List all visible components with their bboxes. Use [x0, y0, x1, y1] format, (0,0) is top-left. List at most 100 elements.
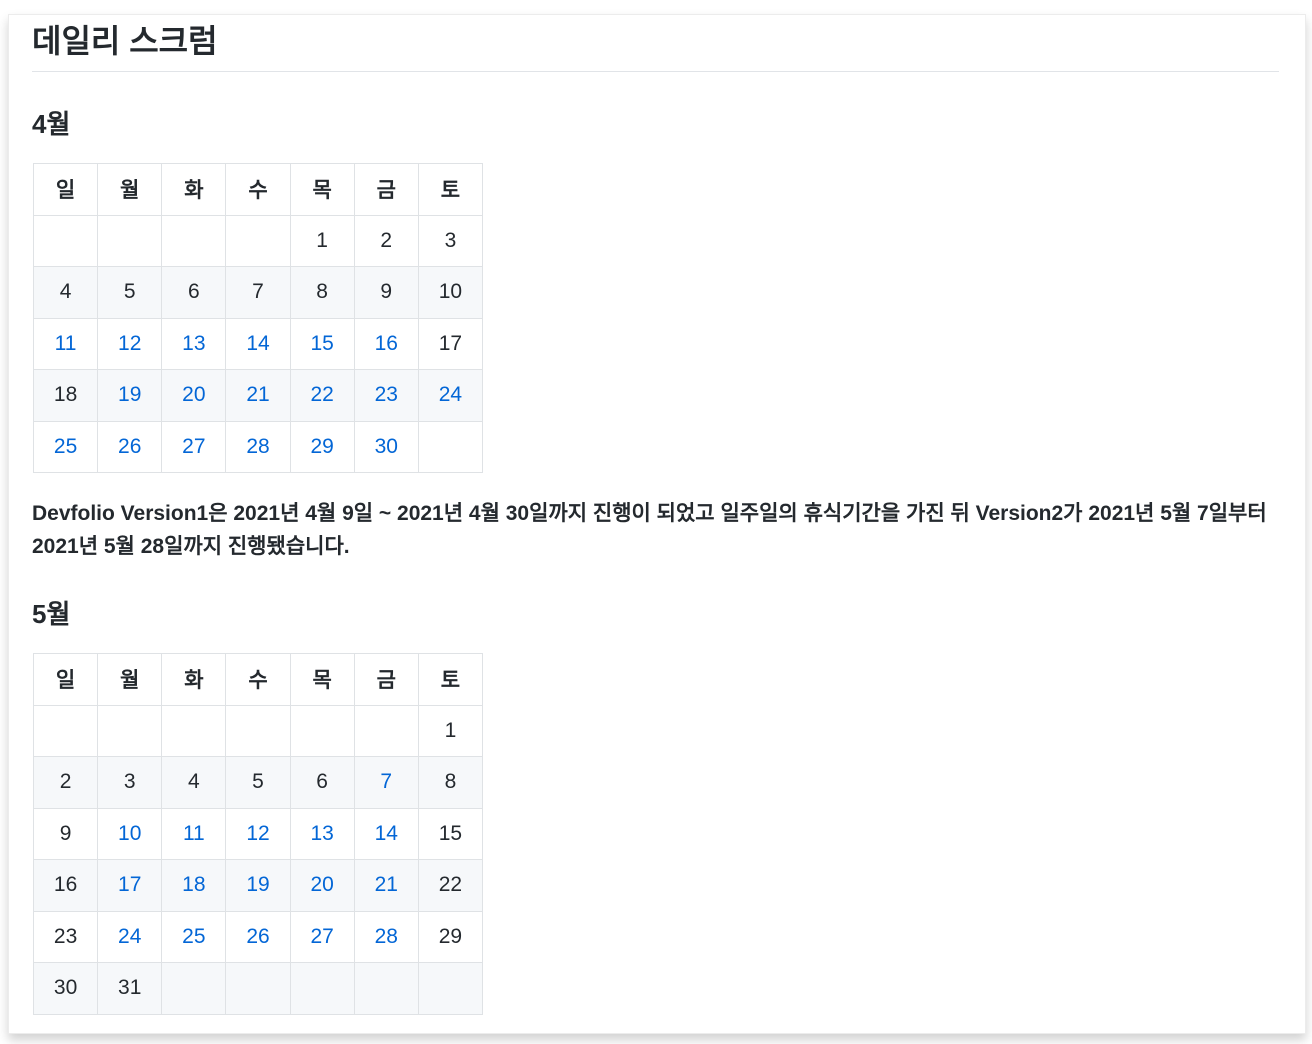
empty-cell	[161, 704, 227, 757]
day-link[interactable]: 11	[183, 822, 205, 845]
day-cell: 21	[353, 859, 419, 912]
content-card: 데일리 스크럼 4월 일 월 화 수 목 금 토 1 2 3 4 5 6 7 8 9 10 11 12 13 14 15 1…	[8, 14, 1306, 1034]
day-cell: 19	[97, 369, 163, 422]
empty-cell	[225, 214, 291, 267]
day-link[interactable]: 25	[182, 925, 205, 948]
weekday-header: 수	[225, 653, 291, 706]
week-row: 25 26 27 28 29 30	[32, 420, 484, 473]
day-cell: 5	[225, 756, 291, 809]
day-cell: 8	[417, 756, 484, 809]
day-cell: 2	[353, 214, 419, 267]
empty-cell	[417, 420, 484, 473]
day-cell: 12	[225, 807, 291, 860]
day-link[interactable]: 28	[375, 925, 398, 948]
day-link[interactable]: 26	[118, 435, 141, 458]
empty-cell	[225, 962, 291, 1015]
day-link[interactable]: 14	[246, 332, 269, 355]
day-link[interactable]: 27	[310, 925, 333, 948]
day-cell: 8	[289, 266, 355, 319]
week-row: 9 10 11 12 13 14 15	[32, 807, 484, 860]
day-link[interactable]: 7	[380, 770, 392, 793]
day-cell: 4	[32, 266, 99, 319]
day-link[interactable]: 14	[375, 822, 398, 845]
day-cell: 17	[417, 317, 484, 370]
empty-cell	[161, 962, 227, 1015]
day-cell: 27	[289, 910, 355, 963]
day-link[interactable]: 21	[246, 383, 269, 406]
day-cell: 28	[353, 910, 419, 963]
day-link[interactable]: 23	[375, 383, 398, 406]
weekday-header: 월	[97, 653, 163, 706]
day-cell: 15	[417, 807, 484, 860]
day-link[interactable]: 16	[375, 332, 398, 355]
weekday-header-row: 일월화수목금토	[32, 653, 484, 706]
day-cell: 13	[161, 317, 227, 370]
day-cell: 20	[161, 369, 227, 422]
day-link[interactable]: 19	[246, 873, 269, 896]
weekday-header: 수	[225, 163, 291, 216]
day-link[interactable]: 26	[246, 925, 269, 948]
week-row: 30 31	[32, 962, 484, 1015]
day-link[interactable]: 15	[310, 332, 333, 355]
day-link[interactable]: 24	[439, 383, 462, 406]
day-link[interactable]: 13	[182, 332, 205, 355]
day-link[interactable]: 12	[118, 332, 141, 355]
day-link[interactable]: 11	[55, 332, 77, 355]
day-cell: 21	[225, 369, 291, 422]
day-link[interactable]: 28	[246, 435, 269, 458]
weekday-header-row: 일월화수목금토	[32, 163, 484, 216]
may-calendar: 일 월 화 수 목 금 토 1 2 3 4 5 6 7 8 9 10 11 12 13 14 15 16 17 18 19 20 21…	[32, 653, 484, 1015]
week-row: 11 12 13 14 15 16 17	[32, 317, 484, 370]
day-link[interactable]: 13	[310, 822, 333, 845]
day-cell: 11	[161, 807, 227, 860]
empty-cell	[289, 704, 355, 757]
day-link[interactable]: 30	[375, 435, 398, 458]
day-cell: 26	[97, 420, 163, 473]
day-cell: 26	[225, 910, 291, 963]
day-link[interactable]: 29	[310, 435, 333, 458]
day-link[interactable]: 12	[246, 822, 269, 845]
day-cell: 30	[32, 962, 99, 1015]
day-cell: 2	[32, 756, 99, 809]
empty-cell	[97, 704, 163, 757]
day-cell: 17	[97, 859, 163, 912]
day-cell: 13	[289, 807, 355, 860]
week-row: 23456 7 8	[32, 756, 484, 809]
weekday-header: 일	[32, 653, 99, 706]
day-cell: 7	[353, 756, 419, 809]
day-cell: 25	[161, 910, 227, 963]
markdown-body: 데일리 스크럼 4월 일 월 화 수 목 금 토 1 2 3 4 5 6 7 8 9 10 11 12 13 14 15 1…	[32, 15, 1279, 1015]
day-cell: 1	[289, 214, 355, 267]
day-link[interactable]: 20	[310, 873, 333, 896]
week-row: 18 19 20 21 22 23 24	[32, 369, 484, 422]
day-link[interactable]: 24	[118, 925, 141, 948]
day-link[interactable]: 17	[118, 873, 141, 896]
day-cell: 6	[161, 266, 227, 319]
day-link[interactable]: 21	[375, 873, 398, 896]
day-cell: 23	[32, 910, 99, 963]
empty-cell	[289, 962, 355, 1015]
empty-cell	[161, 214, 227, 267]
day-cell: 4	[161, 756, 227, 809]
empty-cell	[97, 214, 163, 267]
day-cell: 18	[32, 369, 99, 422]
day-cell: 3	[417, 214, 484, 267]
page-title: 데일리 스크럼	[32, 15, 1279, 72]
day-cell: 9	[353, 266, 419, 319]
day-cell: 9	[32, 807, 99, 860]
april-calendar: 일 월 화 수 목 금 토 1 2 3 4 5 6 7 8 9 10 11 12 13 14 15 16 17 18 19 20 21…	[32, 163, 484, 473]
day-link[interactable]: 20	[182, 383, 205, 406]
day-cell: 15	[289, 317, 355, 370]
day-link[interactable]: 22	[310, 383, 333, 406]
day-cell: 10	[97, 807, 163, 860]
day-link[interactable]: 19	[118, 383, 141, 406]
day-cell: 29	[417, 910, 484, 963]
day-link[interactable]: 10	[118, 822, 141, 845]
day-link[interactable]: 18	[182, 873, 205, 896]
empty-cell	[353, 962, 419, 1015]
weekday-header: 토	[417, 653, 484, 706]
day-link[interactable]: 25	[54, 435, 77, 458]
day-link[interactable]: 27	[182, 435, 205, 458]
day-cell: 22	[289, 369, 355, 422]
day-cell: 24	[417, 369, 484, 422]
